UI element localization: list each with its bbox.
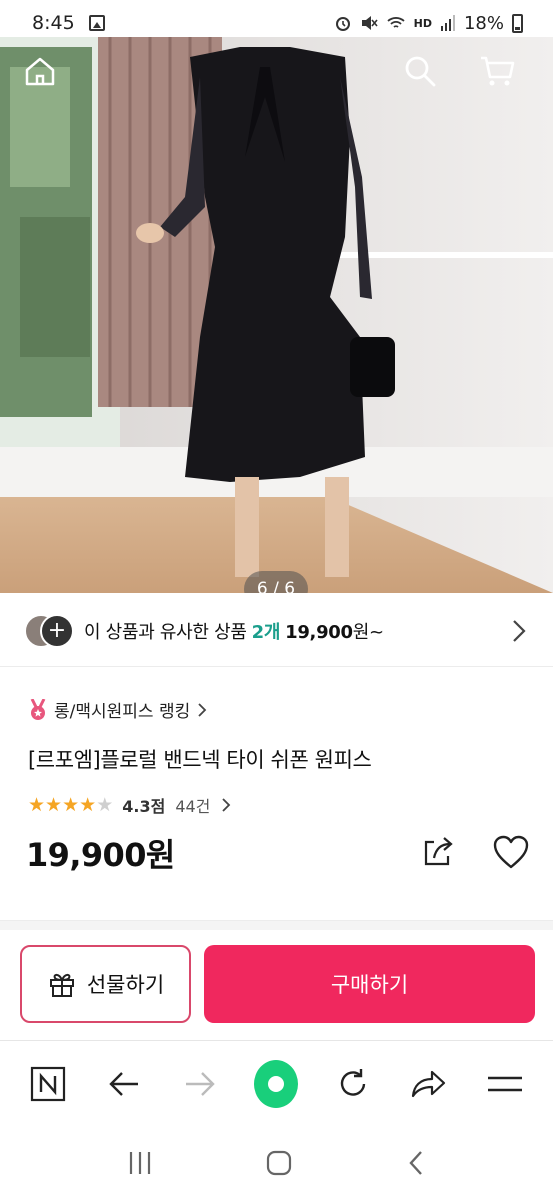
share-page-button[interactable] xyxy=(407,1062,451,1106)
hamburger-icon xyxy=(487,1076,522,1091)
recent-apps-icon[interactable] xyxy=(125,1149,155,1177)
alarm-icon xyxy=(335,17,350,31)
battery-icon xyxy=(512,13,523,33)
green-dot-icon xyxy=(254,1059,299,1108)
product-image-carousel[interactable]: 6 / 6 xyxy=(0,37,553,593)
star-rating: ★ ★ ★ ★ ★ xyxy=(28,794,113,816)
gift-icon xyxy=(49,973,74,997)
battery-percent: 18% xyxy=(463,12,504,34)
wifi-icon xyxy=(387,17,405,28)
browser-toolbar xyxy=(0,1040,553,1126)
section-divider xyxy=(0,920,553,930)
arrow-right-icon xyxy=(186,1071,216,1096)
network-label: HD xyxy=(413,16,432,30)
gallery-icon xyxy=(88,15,105,31)
chevron-right-icon xyxy=(513,619,526,642)
home-nav-icon[interactable] xyxy=(264,1148,294,1178)
share-button[interactable] xyxy=(418,832,458,872)
share-arrow-icon xyxy=(411,1070,445,1097)
signal-icon xyxy=(440,15,455,31)
plus-icon: + xyxy=(40,613,74,648)
similar-products-row[interactable]: + 이 상품과 유사한 상품 2개 19,900원~ xyxy=(0,595,553,667)
cart-icon xyxy=(481,56,515,86)
review-count: 44건 xyxy=(175,797,211,816)
star-icon: ★ xyxy=(96,794,113,816)
reload-icon xyxy=(340,1068,365,1096)
ranking-link[interactable]: 롱/맥시원피스 랭킹 xyxy=(28,697,208,722)
similar-avatars: + xyxy=(24,613,74,648)
ranking-label: 롱/맥시원피스 랭킹 xyxy=(54,702,191,722)
green-dot-button[interactable] xyxy=(254,1059,299,1108)
home-icon xyxy=(25,57,55,86)
naver-icon xyxy=(30,1066,66,1101)
chevron-right-icon xyxy=(222,798,231,812)
page-indicator-text: 6 / 6 xyxy=(256,579,296,593)
forward-button[interactable] xyxy=(178,1062,222,1106)
product-photo xyxy=(0,37,553,593)
gift-button[interactable]: 선물하기 xyxy=(20,945,191,1023)
similar-suffix: 원~ xyxy=(352,621,384,643)
menu-button[interactable] xyxy=(483,1062,527,1106)
arrow-left-icon xyxy=(109,1071,139,1096)
image-page-indicator: 6 / 6 xyxy=(244,571,308,593)
star-icon: ★ xyxy=(79,794,96,816)
cart-button[interactable] xyxy=(478,53,522,97)
search-icon xyxy=(405,56,436,87)
product-title: [르포엠]플로럴 밴드넥 타이 쉬폰 원피스 xyxy=(28,748,372,772)
heart-icon xyxy=(493,835,529,869)
rating-value: 4.3점 xyxy=(122,797,166,816)
share-icon xyxy=(424,837,453,866)
wishlist-button[interactable] xyxy=(490,832,532,872)
star-icon: ★ xyxy=(45,794,62,816)
product-price: 19,900원 xyxy=(26,836,175,874)
similar-prefix: 이 상품과 유사한 상품 xyxy=(84,621,247,643)
status-time: 8:45 xyxy=(32,12,75,34)
similar-price: 19,900 xyxy=(285,621,353,643)
mute-icon xyxy=(361,16,378,30)
star-icon: ★ xyxy=(28,794,45,816)
rating-row[interactable]: ★ ★ ★ ★ ★ 4.3점 44건 xyxy=(28,793,232,817)
similar-products-text: 이 상품과 유사한 상품 2개 19,900원~ xyxy=(84,618,509,644)
back-button[interactable] xyxy=(102,1062,146,1106)
back-nav-icon[interactable] xyxy=(404,1148,428,1178)
similar-count: 2개 xyxy=(251,621,281,643)
medal-icon xyxy=(30,698,46,720)
naver-home-button[interactable] xyxy=(26,1062,70,1106)
star-icon: ★ xyxy=(62,794,79,816)
reload-button[interactable] xyxy=(331,1062,375,1106)
search-button[interactable] xyxy=(402,53,446,97)
buy-button[interactable]: 구매하기 xyxy=(204,945,535,1023)
chevron-right-icon xyxy=(198,702,207,717)
home-button[interactable] xyxy=(22,53,66,97)
system-nav-bar xyxy=(0,1126,553,1200)
gift-label: 선물하기 xyxy=(86,973,165,997)
buy-label: 구매하기 xyxy=(330,973,409,997)
